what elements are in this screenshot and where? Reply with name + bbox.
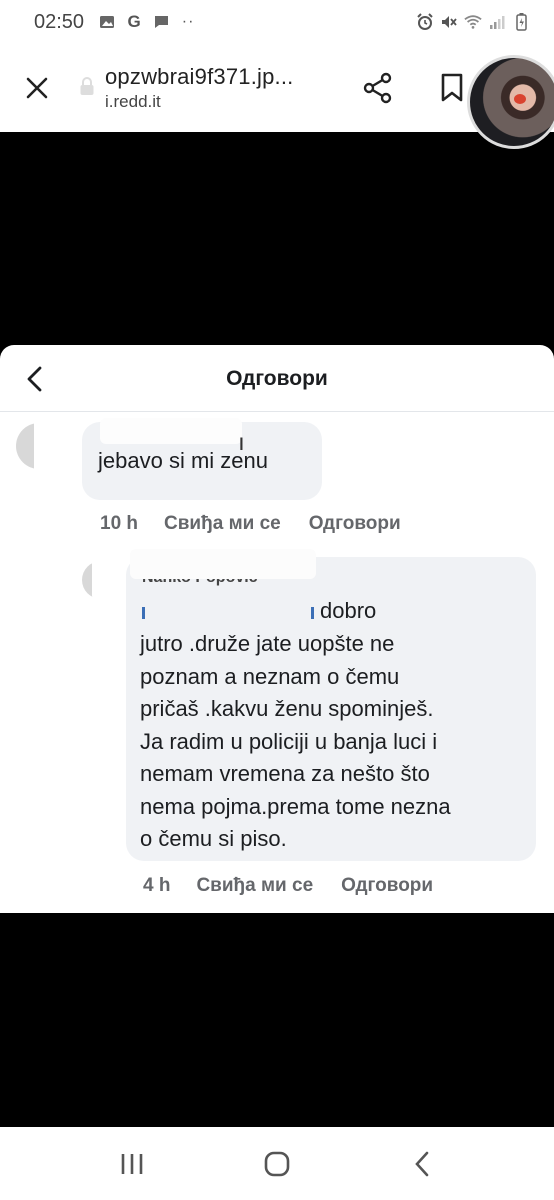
comment-meta: 10 h Свиђа ми се Одговори bbox=[100, 513, 401, 535]
home-button[interactable] bbox=[247, 1134, 307, 1194]
status-left-icons: G ·· bbox=[98, 12, 197, 31]
reply-button[interactable]: Одговори bbox=[309, 513, 401, 535]
comment-bubble: Nanko Popovic dobro jutro .druže jate uo… bbox=[126, 549, 536, 861]
like-button[interactable]: Свиђа ми се bbox=[196, 875, 313, 897]
image-icon bbox=[98, 13, 116, 31]
url-block[interactable]: opzwbrai9f371.jp... i.redd.it bbox=[79, 63, 293, 113]
close-button[interactable] bbox=[15, 66, 59, 110]
close-icon bbox=[26, 77, 48, 99]
status-right-icons bbox=[416, 13, 530, 31]
recent-apps-icon bbox=[122, 1153, 143, 1174]
signal-icon bbox=[488, 13, 506, 31]
panel-header: Одговори bbox=[0, 345, 554, 412]
redaction-patch bbox=[100, 418, 242, 444]
mention-link[interactable] bbox=[311, 607, 314, 619]
comment-text: jebavo si mi zenu bbox=[98, 448, 268, 473]
reply-button[interactable]: Одговори bbox=[341, 875, 433, 897]
redaction-patch bbox=[130, 549, 316, 579]
mute-icon bbox=[440, 13, 458, 31]
alarm-icon bbox=[416, 13, 434, 31]
comment-panel: Одговори ן jebavo si mi zenu 10 h Свиђа … bbox=[0, 345, 554, 913]
share-button[interactable] bbox=[356, 66, 400, 110]
comment-time: 10 h bbox=[100, 513, 139, 534]
comment-bubble: ן jebavo si mi zenu bbox=[82, 418, 322, 500]
back-icon bbox=[414, 1151, 428, 1176]
status-time: 02:50 bbox=[34, 10, 85, 33]
profile-avatar[interactable] bbox=[467, 55, 554, 149]
url-text: opzwbrai9f371.jp... i.redd.it bbox=[105, 63, 293, 113]
mention-link[interactable] bbox=[142, 607, 145, 619]
page-title: opzwbrai9f371.jp... bbox=[105, 64, 294, 89]
page-host: i.redd.it bbox=[105, 92, 161, 111]
back-nav-button[interactable] bbox=[392, 1134, 452, 1194]
more-dots-icon: ·· bbox=[181, 13, 195, 30]
lock-icon bbox=[79, 76, 95, 101]
wifi-icon bbox=[464, 13, 482, 31]
battery-icon bbox=[512, 13, 530, 31]
comment-time: 4 h bbox=[143, 875, 171, 896]
share-icon bbox=[363, 72, 392, 104]
comment-text: jutro .druže jate uopšte ne poznam a nez… bbox=[140, 631, 451, 851]
bookmark-icon bbox=[441, 73, 463, 102]
recent-apps-button[interactable] bbox=[102, 1134, 162, 1194]
chat-icon bbox=[152, 13, 170, 31]
google-icon: G bbox=[127, 12, 141, 31]
panel-title: Одговори bbox=[226, 367, 328, 390]
like-button[interactable]: Свиђа ми се bbox=[164, 513, 281, 535]
comment-first-line: dobro bbox=[320, 598, 377, 623]
comment-meta: 4 h Свиђа ми се Одговори bbox=[143, 875, 433, 897]
home-icon bbox=[264, 1151, 290, 1176]
navigation-bar bbox=[0, 1127, 554, 1200]
status-bar: 02:50 G ·· bbox=[0, 0, 554, 44]
